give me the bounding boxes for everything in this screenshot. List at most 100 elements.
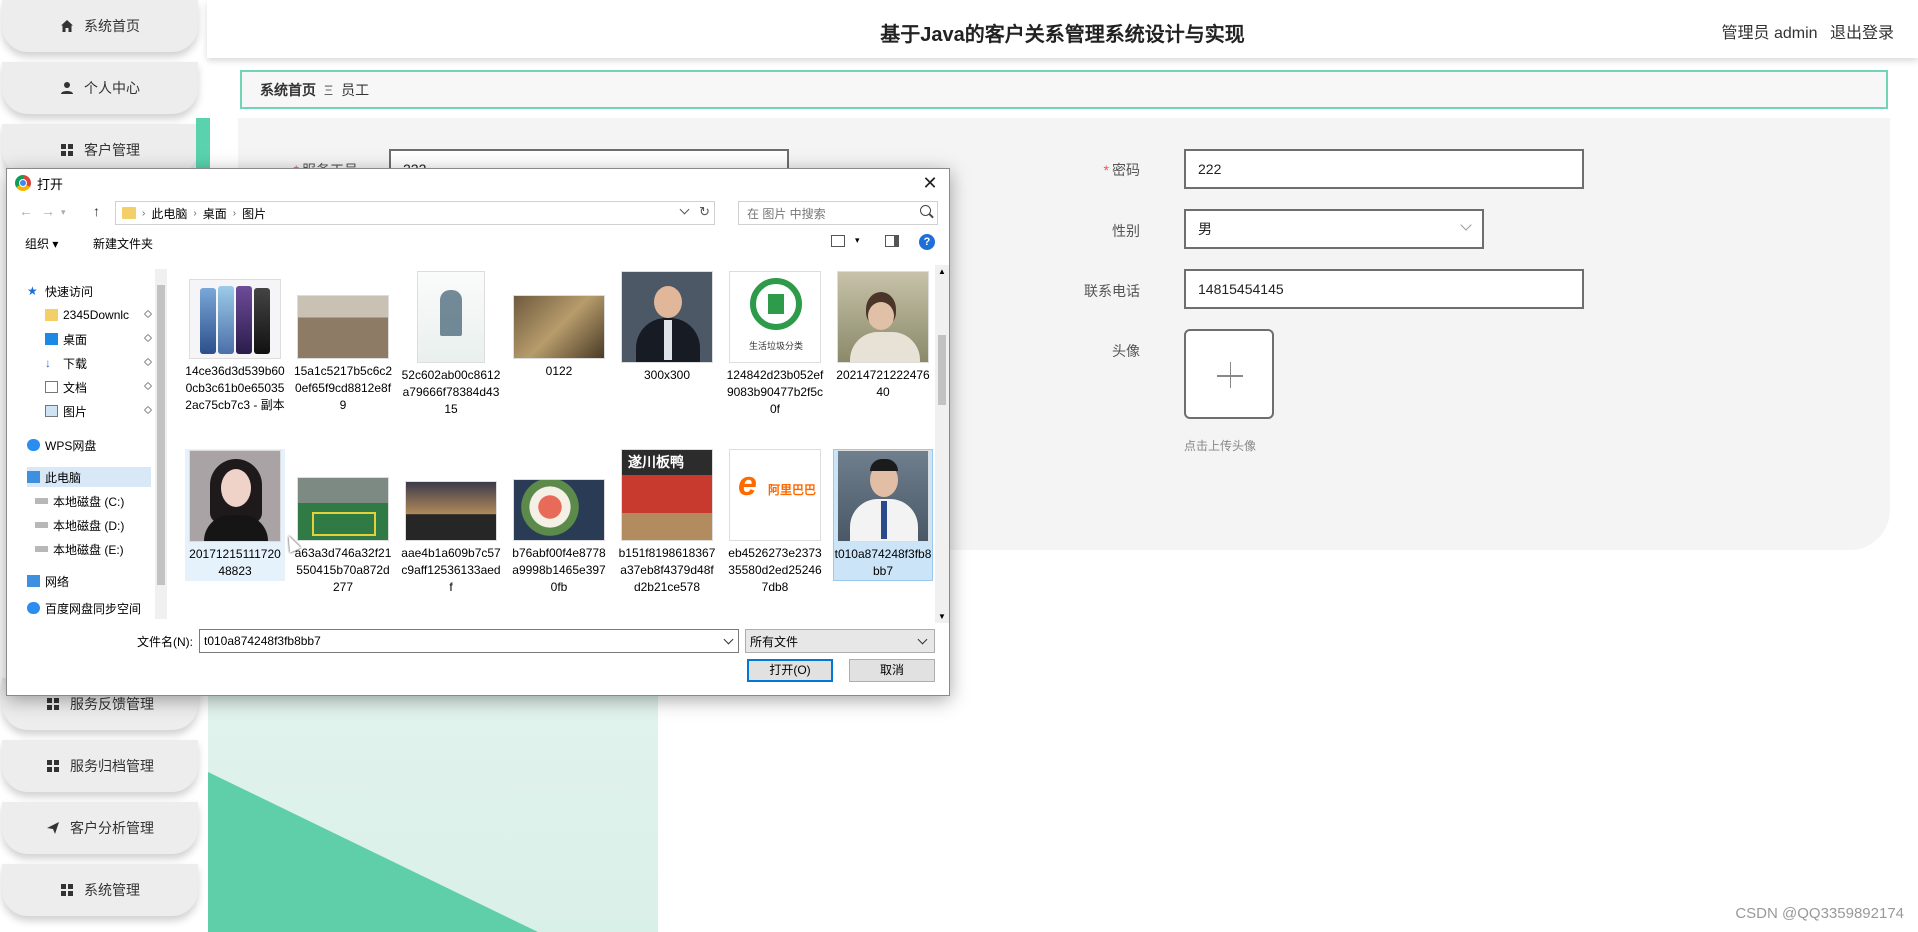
nav-item-quick-access[interactable]: ★ 快速访问 (27, 281, 151, 301)
file-item[interactable]: 14ce36d3d539b600cb3c61b0e650352ac75cb7c3… (185, 279, 285, 414)
search-input[interactable]: 在 图片 中搜索 (738, 201, 938, 225)
sidebar-item-analysis[interactable]: 客户分析管理 (2, 802, 198, 854)
open-button[interactable]: 打开(O) (747, 659, 833, 682)
file-item[interactable]: a63a3d746a32f21550415b70a872d277 (293, 449, 393, 596)
chevron-down-icon[interactable]: ▾ (855, 235, 860, 246)
avatar-upload-button[interactable] (1184, 329, 1274, 419)
file-item[interactable]: aae4b1a609b7c57c9aff12536133aedf (401, 449, 501, 596)
file-name: eb4526273e237335580d2ed252467db8 (728, 546, 822, 594)
scroll-up-icon[interactable]: ▲ (938, 267, 946, 276)
file-item[interactable]: 生活垃圾分类 124842d23b052ef9083b90477b2f5c0f (725, 271, 825, 418)
nav-item-desktop[interactable]: 桌面 (45, 329, 153, 349)
computer-icon (27, 471, 40, 483)
nav-item-pictures[interactable]: 图片 (45, 401, 153, 421)
path-segment[interactable]: 此电脑 (151, 205, 187, 222)
sidebar-item-label: 服务反馈管理 (70, 696, 154, 712)
nav-item-network[interactable]: 网络 (27, 571, 151, 591)
phone-label: 联系电话 (1084, 283, 1140, 299)
filename-input[interactable]: t010a874248f3fb8bb7 (199, 629, 739, 653)
gender-label: 性别 (1112, 223, 1140, 239)
file-name: 52c602ab00c8612a79666f78384d4315 (401, 368, 501, 416)
cloud-icon (27, 439, 40, 451)
chrome-icon (15, 175, 31, 191)
filetype-select[interactable]: 所有文件 (745, 629, 935, 653)
file-item[interactable]: 15a1c5217b5c6c20ef65f9cd8812e8f9 (293, 279, 393, 414)
logout-link[interactable]: 退出登录 (1830, 25, 1894, 42)
folder-icon (45, 309, 58, 321)
pictures-icon (45, 405, 58, 417)
preview-pane-icon[interactable] (885, 235, 899, 247)
file-name: 124842d23b052ef9083b90477b2f5c0f (726, 368, 824, 416)
address-bar[interactable]: › 此电脑 › 桌面 › 图片 ↻ (115, 201, 715, 225)
file-item[interactable]: b76abf00f4e8778a9998b1465e3970fb (509, 449, 609, 596)
help-icon[interactable]: ? (919, 234, 935, 250)
nav-item-this-pc[interactable]: 此电脑 (27, 467, 151, 487)
search-icon (920, 205, 931, 216)
password-input[interactable]: 222 (1184, 149, 1584, 189)
sidebar-item-archive[interactable]: 服务归档管理 (2, 740, 198, 792)
file-item[interactable]: 300x300 (617, 271, 717, 384)
nav-item-disk-e[interactable]: 本地磁盘 (E:) (35, 539, 153, 559)
cancel-button[interactable]: 取消 (849, 659, 935, 682)
image-thumbnail (297, 295, 389, 359)
desktop-icon (45, 333, 58, 345)
forward-arrow-icon[interactable]: → (41, 203, 55, 219)
sidebar-item-system[interactable]: 系统管理 (2, 864, 198, 916)
download-icon: ↓ (45, 356, 51, 370)
new-folder-button[interactable]: 新建文件夹 (93, 235, 153, 252)
file-item[interactable]: 2017121511172048823 (185, 449, 285, 581)
user-label: 管理员 admin (1721, 25, 1818, 42)
file-name: 14ce36d3d539b600cb3c61b0e650352ac75cb7c3… (185, 364, 285, 412)
refresh-icon[interactable]: ↻ (699, 204, 710, 220)
nav-item-disk-d[interactable]: 本地磁盘 (D:) (35, 515, 153, 535)
chevron-down-icon[interactable] (679, 204, 690, 215)
image-thumbnail (405, 481, 497, 541)
nav-item-documents[interactable]: 文档 (45, 377, 153, 397)
file-item[interactable]: e 阿里巴巴 eb4526273e237335580d2ed252467db8 (725, 449, 825, 596)
image-thumbnail (297, 477, 389, 541)
pin-icon (143, 333, 153, 343)
organize-button[interactable]: 组织 ▾ (25, 235, 58, 252)
header: 基于Java的客户关系管理系统设计与实现 管理员 admin 退出登录 (207, 0, 1918, 58)
pin-icon (143, 357, 153, 367)
back-arrow-icon[interactable]: ← (19, 203, 33, 219)
nav-item-disk-c[interactable]: 本地磁盘 (C:) (35, 491, 153, 511)
file-item[interactable]: 0122 (509, 279, 609, 380)
pin-icon (143, 309, 153, 319)
file-item[interactable]: 52c602ab00c8612a79666f78384d4315 (401, 271, 501, 418)
recent-dropdown-icon[interactable]: ▾ (61, 207, 66, 218)
image-thumbnail (837, 450, 929, 542)
view-options-icon[interactable] (831, 235, 845, 247)
file-list-scrollbar[interactable]: ▲ ▼ (935, 265, 949, 623)
file-item[interactable]: 2021472122247640 (833, 271, 933, 401)
close-icon[interactable]: ✕ (919, 172, 941, 194)
watermark: CSDN @QQ3359892174 (1735, 905, 1904, 922)
avatar-label: 头像 (1112, 343, 1140, 359)
up-arrow-icon[interactable]: ↑ (93, 203, 100, 219)
chevron-down-icon[interactable] (723, 634, 734, 645)
pin-icon (143, 381, 153, 391)
navigation-scrollbar[interactable] (155, 269, 167, 619)
nav-item-wps-cloud[interactable]: WPS网盘 (27, 435, 151, 455)
image-thumbnail (417, 271, 485, 363)
file-list: 14ce36d3d539b600cb3c61b0e650352ac75cb7c3… (173, 265, 933, 621)
file-item-selected[interactable]: t010a874248f3fb8bb7 (833, 449, 933, 581)
path-segment[interactable]: 图片 (242, 205, 266, 222)
folder-icon (122, 207, 136, 219)
chevron-down-icon (917, 634, 928, 645)
phone-input[interactable]: 14815454145 (1184, 269, 1584, 309)
gender-select[interactable]: 男 (1184, 209, 1484, 249)
breadcrumb-home[interactable]: 系统首页 (260, 80, 316, 100)
scroll-down-icon[interactable]: ▼ (938, 612, 946, 621)
nav-item-baidu-sync[interactable]: 百度网盘同步空间 (27, 601, 151, 615)
path-segment[interactable]: 桌面 (203, 205, 227, 222)
nav-item-downloads-2345[interactable]: 2345Downlc (45, 305, 153, 325)
image-thumbnail (513, 479, 605, 541)
sidebar-item-label: 系统首页 (84, 18, 140, 34)
sidebar-item-profile[interactable]: 个人中心 (2, 62, 198, 114)
home-icon (61, 20, 73, 32)
sidebar-item-home[interactable]: 系统首页 (2, 0, 198, 52)
file-item[interactable]: 遂川板鸭 b151f8198618367a37eb8f4379d48fd2b21… (617, 449, 717, 596)
nav-item-download[interactable]: ↓ 下载 (45, 353, 153, 373)
file-name: b76abf00f4e8778a9998b1465e3970fb (512, 546, 606, 594)
